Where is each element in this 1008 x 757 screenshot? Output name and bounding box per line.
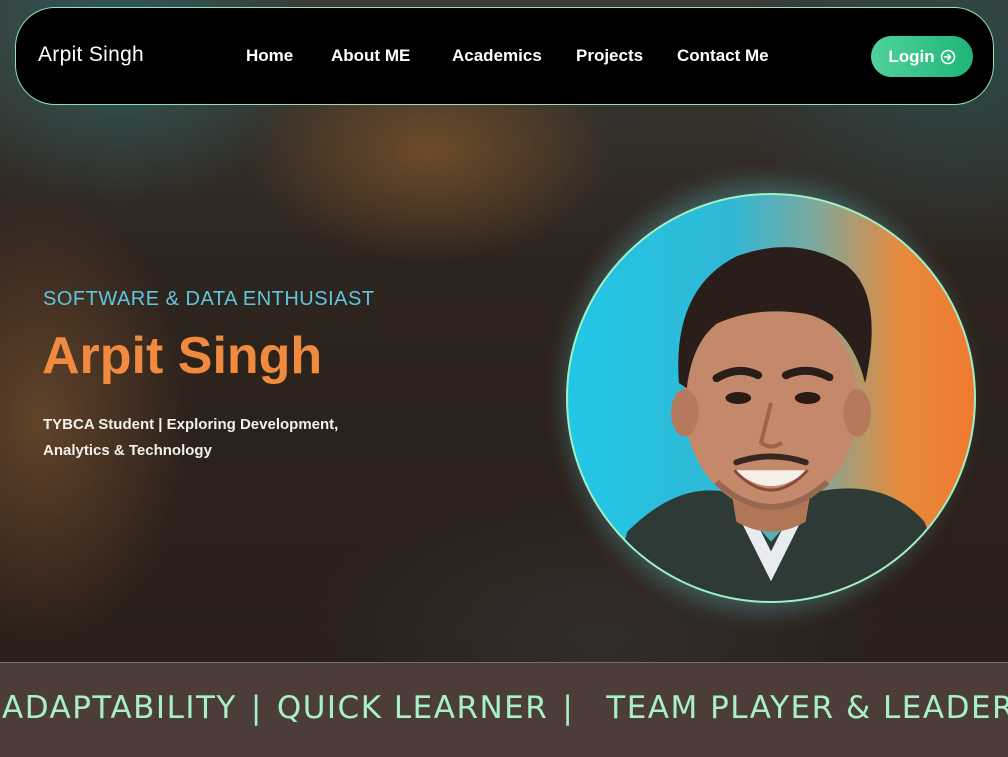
- marquee-separator: |: [562, 690, 575, 726]
- nav-link-projects[interactable]: Projects: [576, 46, 643, 66]
- marquee-item: ADAPTABILITY: [2, 690, 237, 726]
- marquee-track: ADAPTABILITY | QUICK LEARNER | TEAM PLAYER &…: [2, 690, 1008, 726]
- hero-name: Arpit Singh: [42, 327, 323, 385]
- nav-link-academics[interactable]: Academics: [452, 46, 542, 66]
- login-button-label: Login: [888, 46, 935, 66]
- nav-link-contact[interactable]: Contact Me: [677, 46, 769, 66]
- login-button[interactable]: Login: [871, 36, 973, 77]
- skills-marquee: ADAPTABILITY | QUICK LEARNER | TEAM PLAYER &…: [0, 662, 1008, 757]
- hero-eyebrow: SOFTWARE & DATA ENTHUSIAST: [43, 288, 375, 310]
- marquee-item: TEAM PLAYER & LEADER: [606, 690, 1008, 726]
- hero-description: TYBCA Student | Exploring Development, A…: [43, 416, 339, 459]
- profile-photo: [566, 193, 976, 603]
- login-icon: [940, 49, 956, 65]
- nav-link-about[interactable]: About ME: [331, 46, 410, 66]
- nav-link-home[interactable]: Home: [246, 46, 293, 66]
- marquee-item: QUICK LEARNER: [276, 690, 549, 726]
- navbar: Arpit Singh Home About ME Academics Proj…: [15, 7, 994, 105]
- brand-logo[interactable]: Arpit Singh: [38, 43, 144, 67]
- profile-photo-illustration: [607, 247, 955, 601]
- marquee-separator: |: [250, 690, 263, 726]
